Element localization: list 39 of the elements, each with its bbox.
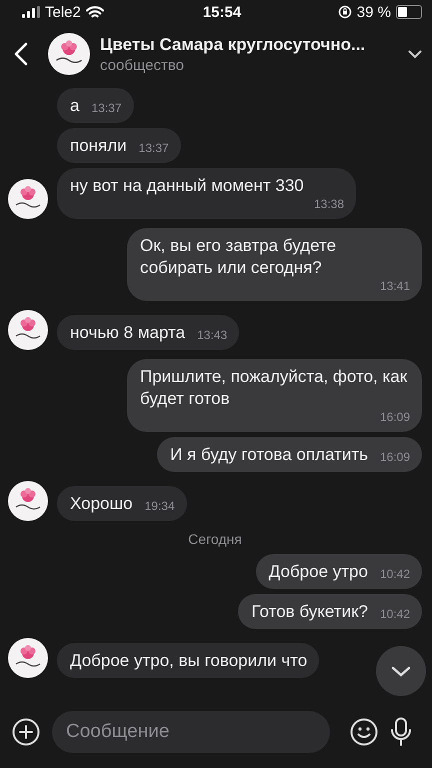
rotation-lock-icon: [338, 5, 352, 19]
message-text: ночью 8 марта: [70, 322, 186, 344]
message-time: 10:42: [378, 607, 410, 623]
message-time: 19:34: [144, 499, 175, 515]
message-time: 13:41: [378, 279, 410, 295]
battery-percent: 39 %: [356, 4, 391, 20]
message-text: Ок, вы его завтра будете собирать или сегодня?: [140, 235, 338, 279]
chevron-down-icon: [391, 666, 411, 676]
message-time: 13:37: [138, 141, 169, 157]
message-time: 13:43: [196, 328, 228, 344]
message-time: 16:09: [378, 450, 410, 466]
scroll-down-button[interactable]: [376, 646, 426, 696]
chevron-down-icon[interactable]: [408, 50, 422, 58]
message-text: И я буду готова оплатить: [170, 444, 368, 466]
message-time: 10:42: [378, 567, 410, 583]
date-separator: Сегодня: [188, 531, 242, 547]
add-icon[interactable]: [12, 718, 40, 746]
battery-icon: [396, 5, 422, 19]
clock-time: 15:54: [202, 4, 242, 20]
message-field[interactable]: Сообщение: [52, 711, 330, 753]
message-text: Хорошо: [70, 493, 133, 515]
back-icon[interactable]: [14, 42, 28, 66]
signal-icon: [22, 6, 40, 18]
chat-title[interactable]: Цветы Самара круглосуточно...: [100, 34, 398, 54]
message-text: а: [70, 95, 80, 117]
message-text: поняли: [70, 135, 127, 157]
carrier-name: Tele2: [45, 4, 81, 20]
chat-subtitle: сообщество: [100, 56, 185, 74]
message-time: 13:37: [90, 101, 122, 117]
message-text: Доброе утро: [268, 561, 368, 583]
message-text: Доброе утро, вы говорили что: [70, 650, 308, 672]
message-time: 16:09: [378, 410, 410, 426]
message-text: Пришлите, пожалуйста, фото, как будет готов: [140, 366, 408, 410]
message-time: 13:38: [312, 197, 344, 213]
message-text: ну вот на данный момент 330: [70, 175, 304, 197]
wifi-icon: [86, 6, 104, 18]
microphone-icon[interactable]: [390, 717, 412, 747]
emoji-icon[interactable]: [350, 718, 378, 746]
message-text: Готов букетик?: [251, 601, 368, 623]
